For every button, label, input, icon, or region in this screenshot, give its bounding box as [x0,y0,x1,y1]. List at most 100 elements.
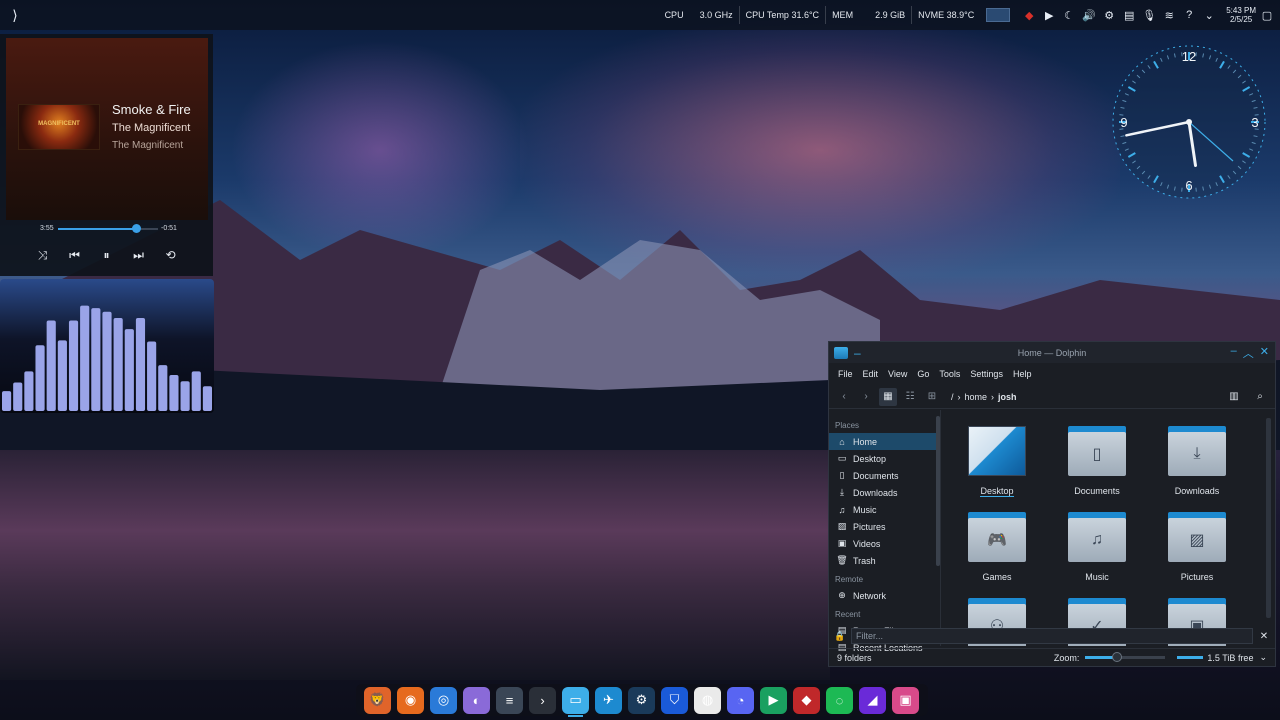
pause-icon[interactable]: ⏸ [98,246,116,264]
network-graph[interactable] [986,8,1011,22]
place-downloads[interactable]: ⤓ Downloads [829,484,940,501]
breadcrumb-home[interactable]: home [965,392,988,402]
icons-view-icon[interactable]: ▦ [879,387,897,406]
close-icon[interactable]: ✕ [1260,345,1269,361]
elapsed-time: 3:55 [40,225,54,232]
folder-games[interactable]: 🎮 Games [957,512,1037,582]
cpu-temp-monitor[interactable]: CPU Temp 31.6°C [738,6,825,24]
dolphin-app-icon[interactable] [834,346,848,359]
previous-icon[interactable]: ⏮ [66,246,84,264]
menu-view[interactable]: View [883,369,912,379]
repeat-icon[interactable]: ⟲ [162,246,180,264]
visualizer-bar [80,305,90,411]
color-picker-icon[interactable]: ◐ [463,686,490,714]
window-titlebar[interactable]: – Home — Dolphin – ︿ ✕ [829,342,1275,363]
system-settings-icon[interactable]: ≡ [496,686,523,714]
menu-file[interactable]: File [833,369,858,379]
filter-input[interactable]: Filter... [851,628,1253,644]
folder-pictures[interactable]: ▨ Pictures [1157,512,1237,582]
minimize-icon[interactable]: – [1231,345,1237,361]
volume-icon[interactable]: 🔊 [1082,8,1096,22]
seek-bar-handle[interactable] [132,224,141,233]
show-desktop-icon[interactable]: ▢ [1260,8,1274,22]
icons-scrollbar[interactable] [1266,418,1271,618]
ruby-icon[interactable]: ◆ [1022,8,1036,22]
konsole-icon[interactable]: › [529,686,556,714]
dolphin-icon[interactable]: ▭ [562,686,589,717]
place-network[interactable]: ⊕ Network [829,587,940,604]
heroic-icon[interactable]: ◢ [859,686,886,714]
zoom-slider-handle[interactable] [1112,652,1123,662]
back-icon[interactable]: ‹ [835,388,853,406]
steam-icon[interactable]: ⚙ [1102,8,1116,22]
help-icon[interactable]: ? [1182,8,1196,22]
kde-launcher-icon[interactable]: ⟩ [0,0,30,30]
menu-edit[interactable]: Edit [858,369,884,379]
visualizer-bar [57,340,67,411]
mem-monitor[interactable]: MEM 2.9 GiB [825,6,911,24]
split-view-icon[interactable]: ▥ [1225,388,1243,406]
microphone-icon[interactable]: 🎙 [1142,8,1156,22]
place-videos[interactable]: ▣ Videos [829,535,940,552]
play-store-icon[interactable]: ▶ [760,686,787,714]
taskbar-dock: 🦁 ◉ ◎ ◐ ≡ › ▭ ✈ ⚙ ⛉ ◍ ◔ ▶ ◆ ◌ ◢ ▣ [356,684,928,717]
chevron-up-icon[interactable]: ⌄ [1202,8,1216,22]
chevron-down-icon[interactable]: ⌄ [1259,652,1267,663]
menu-settings[interactable]: Settings [965,369,1008,379]
firefox-icon[interactable]: ◉ [397,686,424,714]
forward-icon[interactable]: › [857,388,875,406]
status-count: 9 folders [837,652,872,663]
ruby-app-icon[interactable]: ◆ [793,686,820,714]
free-space[interactable]: 1.5 TiB free [1207,653,1253,663]
close-filter-icon[interactable]: ✕ [1253,631,1275,642]
next-icon[interactable]: ⏭ [130,246,148,264]
place-desktop[interactable]: ▭ Desktop [829,450,940,467]
song-artist: The Magnificent [112,140,184,151]
cpu-monitor[interactable]: CPU 3.0 GHz [659,6,739,24]
folder-desktop[interactable]: Desktop [957,426,1037,497]
places-panel: Places ⌂ Home ▭ Desktop ▯ Documents ⤓ Downlo… [829,410,940,653]
place-documents[interactable]: ▯ Documents [829,467,940,484]
compact-view-icon[interactable]: ☷ [901,388,919,406]
bitwarden-icon[interactable]: ⛉ [661,686,688,714]
moon-icon[interactable]: ☾ [1062,8,1076,22]
wallpaper-lake [0,450,830,680]
play-icon[interactable]: ▶ [1042,8,1056,22]
menu-go[interactable]: Go [912,369,934,379]
seek-bar[interactable] [58,224,158,233]
virt-manager-icon[interactable]: ▣ [892,686,919,714]
breadcrumb-current[interactable]: josh [998,392,1017,402]
place-music[interactable]: ♫ Music [829,501,940,518]
search-icon[interactable]: ⌕ [1251,388,1269,406]
menu-tools[interactable]: Tools [934,369,965,379]
chromium-icon[interactable]: ◎ [430,686,457,714]
spotify-icon[interactable]: ◌ [826,686,853,714]
maximize-icon[interactable]: ︿ [1243,345,1254,361]
brave-icon[interactable]: 🦁 [364,686,391,714]
details-view-icon[interactable]: ⊞ [923,388,941,406]
visualizer-bar [2,391,12,411]
wifi-icon[interactable]: ≋ [1162,8,1176,22]
visualizer-bar [35,345,45,411]
visualizer-bar [180,381,190,411]
shuffle-icon[interactable]: ⤨ [34,246,52,264]
digital-clock[interactable]: 5:43 PM 2/5/25 [1222,6,1260,24]
bottles-icon[interactable]: ✈ [595,686,622,714]
folder-documents[interactable]: ▯ Documents [1057,426,1137,496]
lock-icon[interactable]: 🔒 [829,631,851,642]
place-pictures[interactable]: ▨ Pictures [829,518,940,535]
place-trash[interactable]: 🗑 Trash [829,552,940,569]
zoom-slider[interactable] [1085,652,1166,662]
pin-icon[interactable]: – [854,346,861,360]
steam-icon[interactable]: ⚙ [628,686,655,714]
breadcrumb-root[interactable]: / [951,392,954,402]
menu-help[interactable]: Help [1008,369,1037,379]
nvme-monitor[interactable]: NVME 38.9°C [911,6,980,24]
folder-downloads[interactable]: ⤓ Downloads [1157,426,1237,496]
folder-music[interactable]: ♫ Music [1057,512,1137,582]
lutris-icon[interactable]: ◍ [694,686,721,714]
discord-icon[interactable]: ◔ [727,686,754,714]
clipboard-icon[interactable]: ▤ [1122,8,1136,22]
place-home[interactable]: ⌂ Home [829,433,940,450]
free-space-bar [1177,656,1204,659]
